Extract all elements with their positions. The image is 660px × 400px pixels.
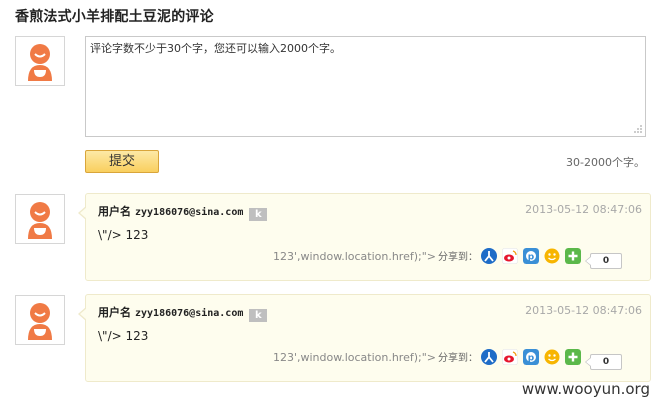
kaixin-icon[interactable] — [544, 248, 560, 264]
default-avatar-icon — [28, 303, 52, 340]
comment-author: 用户名 zyy186076@sina.com k — [98, 203, 268, 221]
share-count: 0 — [585, 253, 622, 269]
injected-payload-text: 123',window.location.href);"> — [272, 250, 436, 263]
watermark: www.wooyun.org — [521, 380, 650, 398]
svg-text:p: p — [528, 253, 535, 263]
comment-textarea[interactable]: 评论字数不少于30个字，您还可以输入2000个字。 — [86, 37, 645, 136]
qzone-icon[interactable]: p — [523, 349, 539, 365]
weibo-icon[interactable] — [502, 248, 518, 264]
username-label: 用户名 — [98, 205, 131, 218]
comment-text: \"/> 123 — [98, 228, 149, 242]
page-title: 香煎法式小羊排配土豆泥的评论 — [15, 9, 214, 25]
share-count: 0 — [585, 354, 622, 370]
add-more-icon[interactable] — [565, 349, 581, 365]
username-email[interactable]: zyy186076@sina.com — [135, 308, 243, 319]
default-avatar-icon — [28, 202, 52, 239]
char-limit-text: 30-2000个字。 — [566, 156, 645, 169]
user-level-badge: k — [249, 208, 268, 221]
share-row: 123',window.location.href);"> 分享到： p 0 — [272, 349, 622, 370]
comment-item: 用户名 zyy186076@sina.com k 2013-05-12 08:47:… — [78, 193, 651, 281]
comment-timestamp: 2013-05-12 08:47:06 — [525, 304, 642, 317]
default-avatar-icon — [28, 44, 52, 81]
comment-textarea-wrapper: 评论字数不少于30个字，您还可以输入2000个字。 — [85, 36, 646, 137]
add-more-icon[interactable] — [565, 248, 581, 264]
comment-item: 用户名 zyy186076@sina.com k 2013-05-12 08:47:… — [78, 294, 651, 382]
share-row: 123',window.location.href);"> 分享到： p 0 — [272, 248, 622, 269]
comment-author: 用户名 zyy186076@sina.com k — [98, 304, 268, 322]
submit-button[interactable]: 提交 — [85, 150, 159, 173]
current-user-avatar — [15, 36, 65, 86]
resize-grip-icon[interactable] — [633, 124, 643, 134]
weibo-icon[interactable] — [502, 349, 518, 365]
share-label: 分享到： — [438, 252, 478, 263]
share-label: 分享到： — [438, 353, 478, 364]
renren-icon[interactable] — [481, 248, 497, 264]
qzone-icon[interactable]: p — [523, 248, 539, 264]
comment-timestamp: 2013-05-12 08:47:06 — [525, 203, 642, 216]
svg-text:p: p — [528, 354, 535, 364]
renren-icon[interactable] — [481, 349, 497, 365]
comment-text: \"/> 123 — [98, 329, 149, 343]
user-level-badge: k — [249, 309, 268, 322]
username-label: 用户名 — [98, 306, 131, 319]
commenter-avatar[interactable] — [15, 194, 65, 244]
bubble-arrow-inner — [80, 207, 87, 219]
injected-payload-text: 123',window.location.href);"> — [272, 351, 436, 364]
username-email[interactable]: zyy186076@sina.com — [135, 207, 243, 218]
bubble-arrow-inner — [80, 308, 87, 320]
kaixin-icon[interactable] — [544, 349, 560, 365]
commenter-avatar[interactable] — [15, 295, 65, 345]
